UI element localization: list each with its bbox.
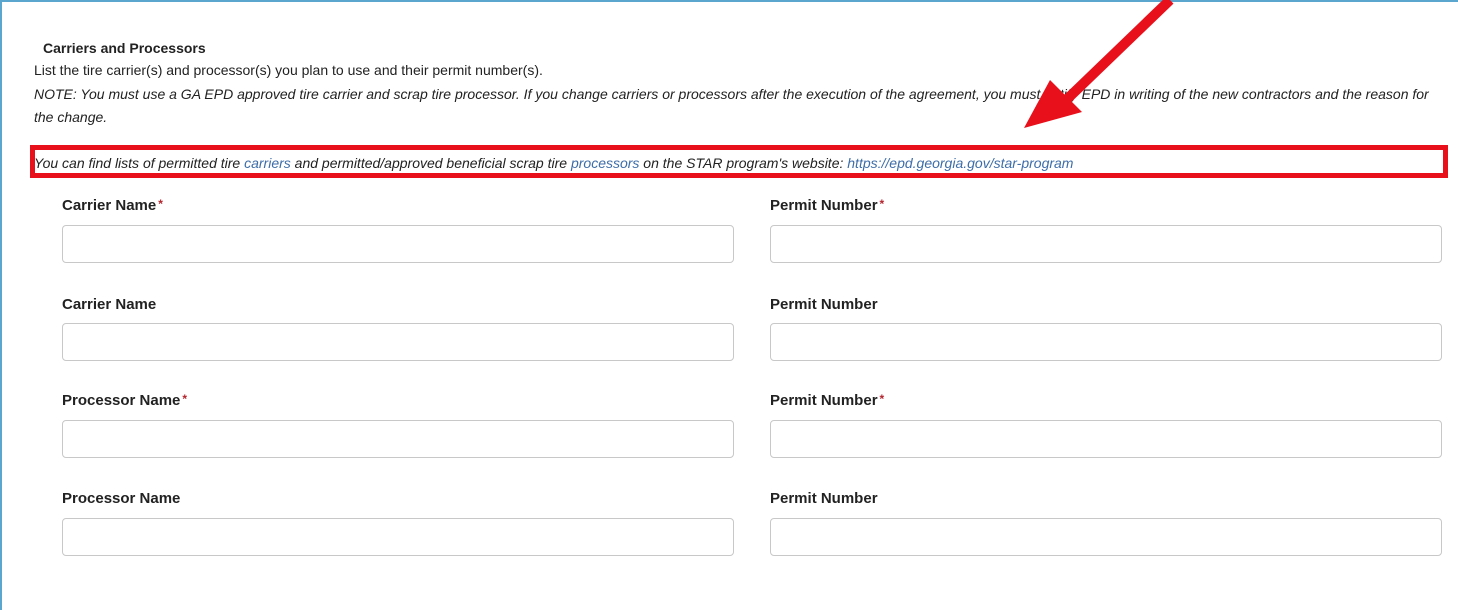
permit-number-2-label: Permit Number bbox=[770, 296, 878, 313]
processor-name-1-label: Processor Name * bbox=[62, 392, 187, 409]
permit-number-1-label: Permit Number * bbox=[770, 197, 884, 214]
carrier-name-2-label: Carrier Name bbox=[62, 296, 156, 313]
carrier-name-1-label: Carrier Name * bbox=[62, 197, 163, 214]
permit-number-3-input[interactable] bbox=[770, 420, 1442, 458]
permit-number-2-label-text: Permit Number bbox=[770, 296, 878, 313]
processor-name-1-label-text: Processor Name bbox=[62, 392, 181, 409]
note-text: NOTE: You must use a GA EPD approved tir… bbox=[34, 86, 1429, 125]
required-mark: * bbox=[879, 197, 885, 211]
processor-name-2-input[interactable] bbox=[62, 518, 734, 556]
permit-number-2-input[interactable] bbox=[770, 323, 1442, 361]
carrier-name-2-label-text: Carrier Name bbox=[62, 296, 157, 313]
links-text-2: and permitted/approved beneficial scrap … bbox=[290, 155, 571, 171]
carrier-name-1-input[interactable] bbox=[62, 225, 734, 263]
permit-number-4-label-text: Permit Number bbox=[770, 490, 878, 507]
links-text-1: You can find lists of permitted tire bbox=[34, 155, 245, 171]
required-mark: * bbox=[182, 392, 188, 406]
links-line: You can find lists of permitted tire car… bbox=[34, 152, 1073, 175]
processor-name-2-label-text: Processor Name bbox=[62, 490, 181, 507]
carriers-link[interactable]: carriers bbox=[244, 155, 291, 171]
permit-number-1-input[interactable] bbox=[770, 225, 1442, 263]
processors-link[interactable]: processors bbox=[571, 155, 639, 171]
processor-name-1-input[interactable] bbox=[62, 420, 734, 458]
required-mark: * bbox=[879, 392, 885, 406]
permit-number-4-input[interactable] bbox=[770, 518, 1442, 556]
section-title: Carriers and Processors bbox=[43, 40, 206, 56]
permit-number-1-label-text: Permit Number bbox=[770, 197, 878, 214]
carrier-name-1-label-text: Carrier Name bbox=[62, 197, 157, 214]
permit-number-3-label-text: Permit Number bbox=[770, 392, 878, 409]
carrier-name-2-input[interactable] bbox=[62, 323, 734, 361]
processor-name-2-label: Processor Name bbox=[62, 490, 180, 507]
section-instructions: List the tire carrier(s) and processor(s… bbox=[34, 62, 543, 78]
links-text-3: on the STAR program's website: bbox=[639, 155, 848, 171]
note-block: NOTE: You must use a GA EPD approved tir… bbox=[30, 83, 1448, 178]
permit-number-3-label: Permit Number * bbox=[770, 392, 884, 409]
permit-number-4-label: Permit Number bbox=[770, 490, 878, 507]
star-program-link[interactable]: https://epd.georgia.gov/star-program bbox=[847, 155, 1073, 171]
required-mark: * bbox=[158, 197, 163, 211]
